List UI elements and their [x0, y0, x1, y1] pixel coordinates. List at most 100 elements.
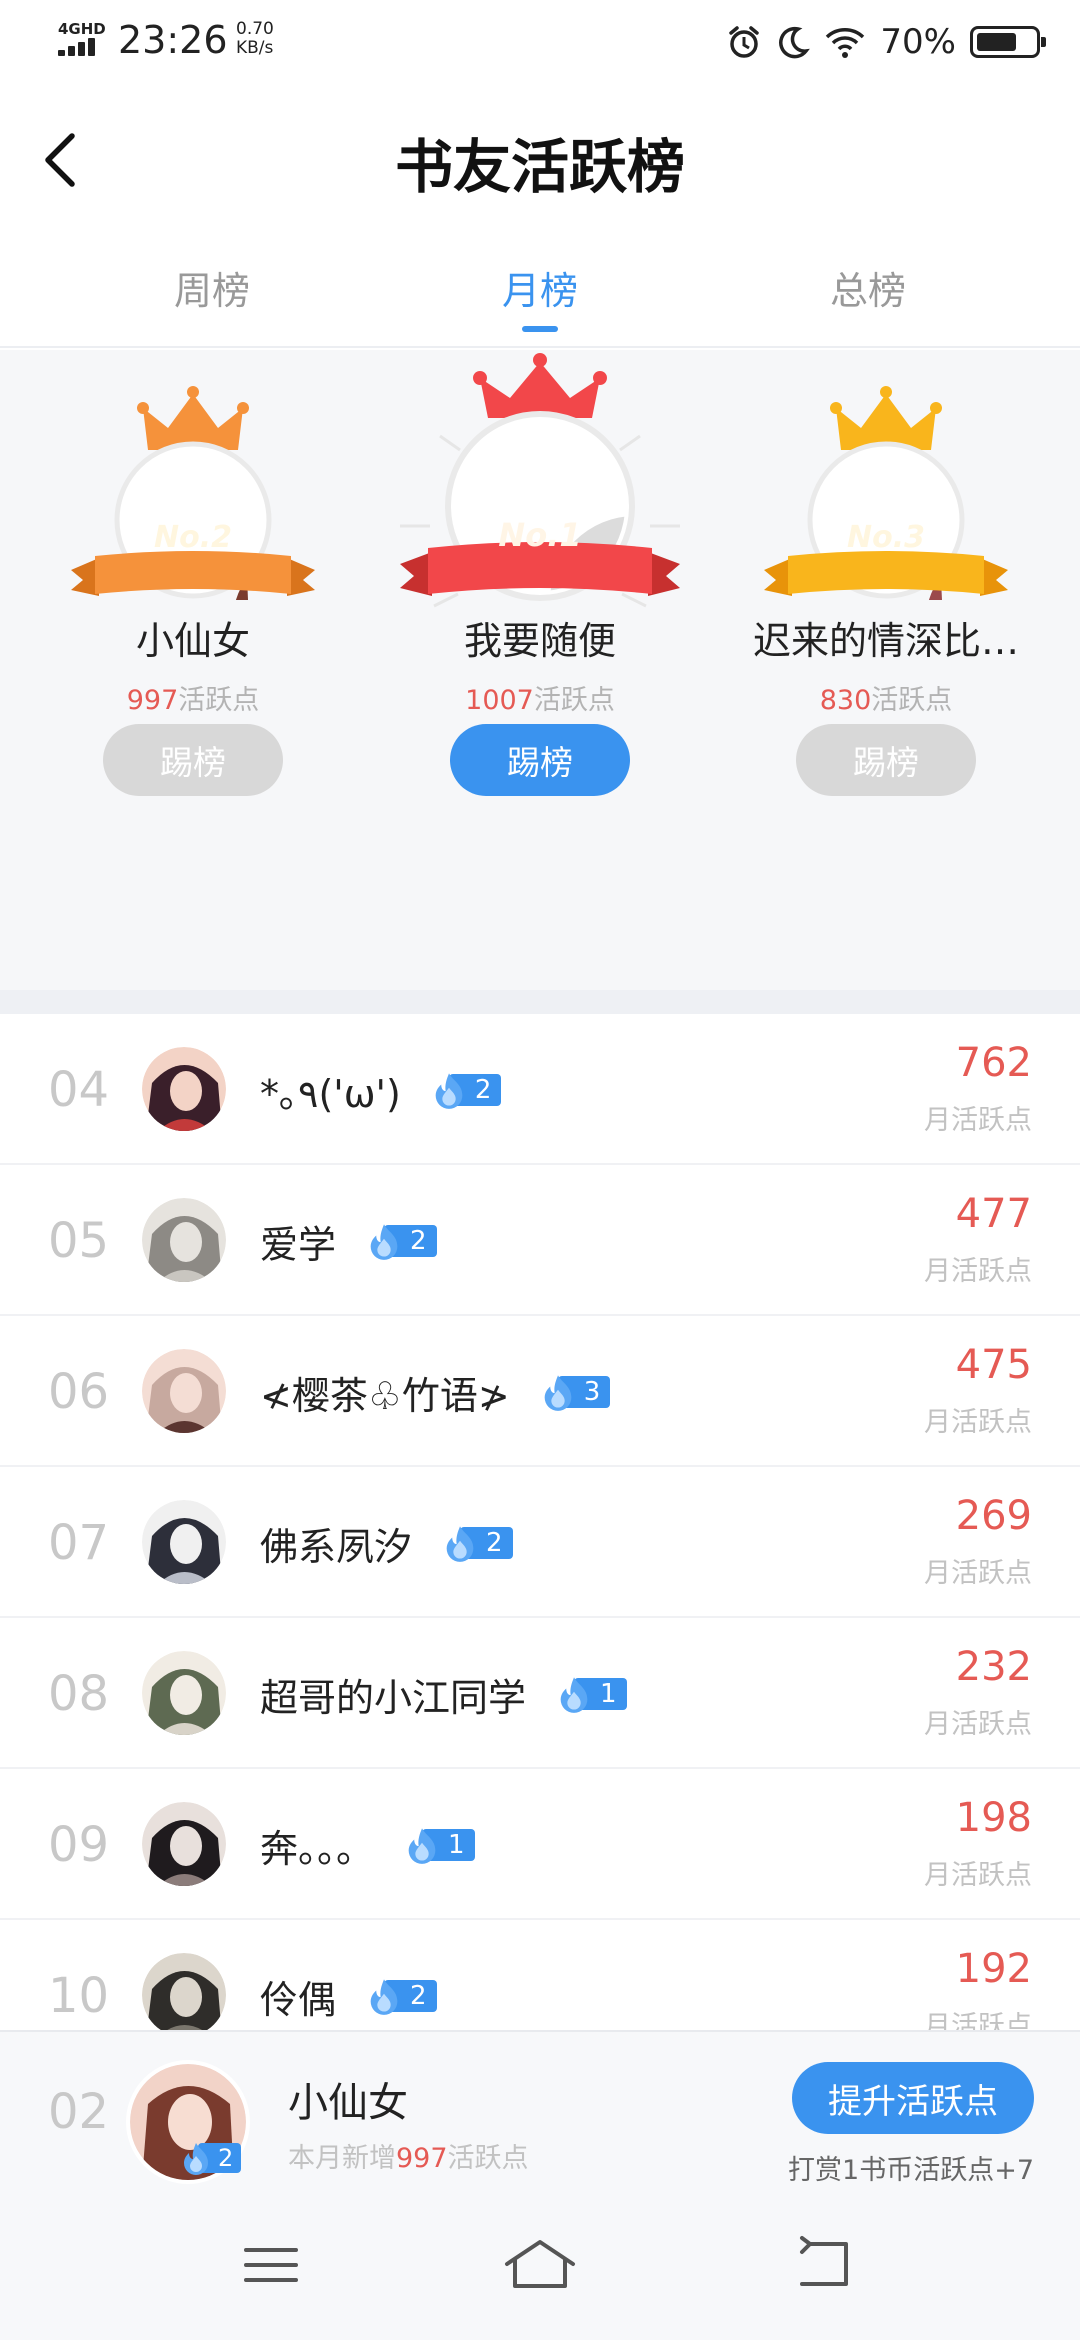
reward-tip: 打赏1书币活跃点+7: [788, 2155, 1034, 2186]
user-name: ≮樱茶♧竹语≯: [260, 1373, 510, 1418]
avatar[interactable]: [142, 1047, 226, 1131]
first-place-name: 我要随便: [463, 619, 616, 663]
score-label: 月活跃点: [924, 1407, 1032, 1438]
kick-button-third[interactable]: 踢榜: [796, 724, 976, 796]
score-label: 月活跃点: [924, 1105, 1032, 1136]
tab-weekly[interactable]: 周榜: [112, 260, 312, 315]
section-divider: [0, 990, 1080, 1014]
third-place-points: 830活跃点: [819, 685, 953, 716]
avatar[interactable]: [142, 1953, 226, 2030]
second-place-points: 997活跃点: [126, 685, 260, 716]
level-badge: 2: [429, 1072, 502, 1109]
ranking-row[interactable]: 10 伶偶 2 192 月活跃点: [0, 1920, 1080, 2030]
my-rank: 02: [48, 2084, 110, 2140]
flame-icon: [446, 1526, 474, 1562]
rank-number: 10: [48, 1968, 110, 2024]
avatar[interactable]: [142, 1651, 226, 1735]
crown-icon: [830, 386, 942, 450]
flame-icon: [370, 1979, 398, 2015]
ranking-row[interactable]: 05 爱学 2 477 月活跃点: [0, 1165, 1080, 1316]
top-three-podium: No.2 小仙女 997活跃点 踢榜 No.1 我要随便 1007活跃点 踢榜 …: [0, 350, 1080, 990]
ranking-row[interactable]: 07 佛系夙汐 2 269 月活跃点: [0, 1467, 1080, 1618]
app-header: 书友活跃榜: [0, 80, 1080, 230]
score-value: 232: [955, 1644, 1032, 1690]
status-bar: 4GHD 23:26 0.70 KB/s 70%: [0, 0, 1080, 80]
my-monthly-points: 本月新增997活跃点: [288, 2143, 529, 2174]
kick-button-second[interactable]: 踢榜: [103, 724, 283, 796]
boost-activity-button[interactable]: 提升活跃点: [792, 2062, 1034, 2134]
signal-icon: [58, 38, 104, 56]
ranking-row[interactable]: 08 超哥的小江同学 1 232 月活跃点: [0, 1618, 1080, 1769]
rank-number: 07: [48, 1515, 110, 1571]
score-label: 月活跃点: [924, 1860, 1032, 1891]
network-type: 4GHD: [58, 20, 106, 38]
score-label: 月活跃点: [924, 2011, 1032, 2030]
flame-icon: [184, 2143, 208, 2175]
score-value: 477: [955, 1191, 1032, 1237]
flame-icon: [544, 1375, 572, 1411]
battery-icon: [970, 26, 1046, 58]
level-badge: 3: [538, 1374, 611, 1411]
level-badge: 2: [364, 1223, 437, 1260]
score-value: 475: [955, 1342, 1032, 1388]
rank-badge: No.1: [498, 516, 582, 554]
user-name: 奔。。。: [260, 1826, 375, 1871]
rank-number: 08: [48, 1666, 110, 1722]
score-value: 198: [955, 1795, 1032, 1841]
flame-icon: [435, 1073, 463, 1109]
back-nav-icon[interactable]: [780, 2230, 870, 2300]
my-ranking-bar: 02 2 小仙女 本月新增997活跃点 提升活跃点 打赏1书币活跃点+7: [0, 2030, 1080, 2190]
clock: 23:26: [118, 18, 228, 62]
avatar[interactable]: [142, 1500, 226, 1584]
rank-badge: No.3: [847, 520, 925, 555]
third-place-name: 迟来的情深比…: [752, 619, 1019, 663]
alarm-icon: [729, 26, 760, 58]
ranking-row[interactable]: 06 ≮樱茶♧竹语≯ 3 475 月活跃点: [0, 1316, 1080, 1467]
page-title: 书友活跃榜: [394, 133, 685, 201]
network-speed: 0.70 KB/s: [236, 19, 274, 58]
home-icon[interactable]: [495, 2230, 585, 2300]
rank-number: 05: [48, 1213, 110, 1269]
battery-percent: 70%: [880, 22, 956, 62]
podium-first: No.1 我要随便 1007活跃点 踢榜: [360, 350, 720, 990]
system-nav-bar: [0, 2190, 1080, 2340]
crown-icon: [473, 353, 607, 418]
level-badge: 2: [440, 1525, 513, 1562]
avatar[interactable]: [142, 1198, 226, 1282]
flame-icon: [370, 1224, 398, 1260]
level-badge: 2: [178, 2140, 242, 2176]
crown-icon: [137, 386, 249, 450]
user-name: 爱学: [260, 1222, 337, 1267]
tab-monthly[interactable]: 月榜: [440, 260, 640, 315]
podium-second: No.2 小仙女 997活跃点 踢榜: [13, 350, 373, 990]
rank-badge: No.2: [154, 520, 232, 555]
my-name: 小仙女: [288, 2080, 408, 2126]
second-place-name: 小仙女: [135, 619, 250, 663]
rank-number: 04: [48, 1062, 110, 1118]
score-label: 月活跃点: [924, 1709, 1032, 1740]
moon-icon: [779, 26, 811, 59]
score-label: 月活跃点: [924, 1256, 1032, 1287]
ranking-row[interactable]: 04 *｡٩('ω') 2 762 月活跃点: [0, 1014, 1080, 1165]
score-value: 192: [955, 1946, 1032, 1992]
level-badge: 1: [554, 1676, 627, 1713]
menu-icon[interactable]: [226, 2230, 316, 2300]
user-name: 伶偶: [260, 1977, 337, 2022]
avatar[interactable]: [142, 1349, 226, 1433]
tab-total[interactable]: 总榜: [768, 260, 968, 315]
rank-number: 09: [48, 1817, 110, 1873]
rank-number: 06: [48, 1364, 110, 1420]
user-name: 超哥的小江同学: [260, 1675, 527, 1720]
avatar[interactable]: [142, 1802, 226, 1886]
score-value: 762: [955, 1040, 1032, 1086]
score-label: 月活跃点: [924, 1558, 1032, 1589]
flame-icon: [408, 1828, 436, 1864]
first-place-points: 1007活跃点: [465, 685, 615, 716]
kick-button-first[interactable]: 踢榜: [450, 724, 630, 796]
battery-fill: [977, 33, 1016, 51]
wifi-icon: [826, 28, 865, 58]
user-name: 佛系夙汐: [260, 1524, 413, 1569]
ranking-row[interactable]: 09 奔。。。 1 198 月活跃点: [0, 1769, 1080, 1920]
score-value: 269: [955, 1493, 1032, 1539]
flame-icon: [560, 1677, 588, 1713]
